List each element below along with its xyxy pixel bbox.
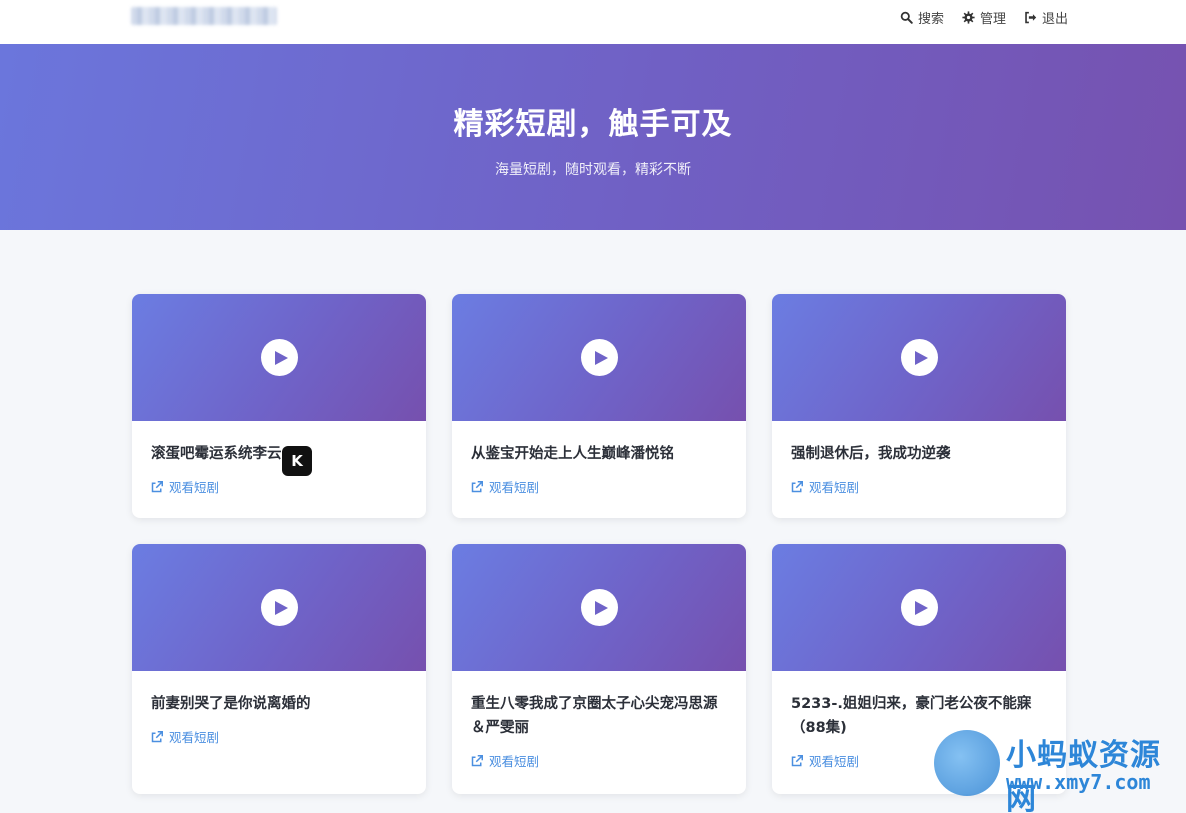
drama-card[interactable]: 重生八零我成了京圈太子心尖宠冯思源＆严雯丽 观看短剧 bbox=[452, 544, 746, 794]
nav-manage-label: 管理 bbox=[979, 12, 1006, 27]
external-link-icon bbox=[791, 480, 803, 492]
gear-icon bbox=[962, 11, 975, 24]
play-icon[interactable] bbox=[260, 339, 298, 376]
drama-thumbnail[interactable] bbox=[452, 544, 746, 671]
drama-title: 前妻别哭了是你说离婚的 bbox=[151, 696, 311, 712]
play-icon[interactable] bbox=[580, 339, 618, 376]
nav-search[interactable]: 搜索 bbox=[900, 8, 944, 27]
play-icon[interactable] bbox=[900, 339, 938, 376]
external-link-icon bbox=[791, 754, 803, 766]
watermark-logo-icon bbox=[934, 730, 1000, 796]
logout-icon bbox=[1025, 11, 1037, 24]
watch-link-label: 观看短剧 bbox=[489, 480, 540, 495]
drama-card[interactable]: 滚蛋吧霉运系统李云 观看短剧 bbox=[132, 294, 426, 518]
drama-title: 强制退休后，我成功逆袭 bbox=[791, 446, 951, 462]
drama-title: 从鉴宝开始走上人生巅峰潘悦铭 bbox=[471, 446, 674, 462]
watch-link-label: 观看短剧 bbox=[489, 754, 540, 769]
nav-logout[interactable]: 退出 bbox=[1024, 8, 1068, 27]
watch-link-label: 观看短剧 bbox=[169, 730, 220, 745]
watermark: 小蚂蚁资源网 www.xmy7.com bbox=[930, 728, 1186, 813]
watch-link-label: 观看短剧 bbox=[809, 754, 860, 769]
play-icon[interactable] bbox=[900, 589, 938, 626]
drama-thumbnail[interactable] bbox=[452, 294, 746, 421]
hero-subtitle: 海量短剧，随时观看，精彩不断 bbox=[495, 162, 691, 178]
drama-thumbnail[interactable] bbox=[772, 544, 1066, 671]
watch-link[interactable]: 观看短剧 bbox=[151, 727, 407, 746]
overlay-app-badge[interactable]: K bbox=[282, 446, 312, 476]
drama-card[interactable]: 强制退休后，我成功逆袭 观看短剧 bbox=[772, 294, 1066, 518]
watch-link[interactable]: 观看短剧 bbox=[151, 477, 407, 496]
watch-link-label: 观看短剧 bbox=[809, 480, 860, 495]
top-navbar: 搜索 管理 退出 bbox=[0, 0, 1186, 44]
watch-link[interactable]: 观看短剧 bbox=[791, 477, 1047, 496]
drama-thumbnail[interactable] bbox=[132, 544, 426, 671]
watch-link[interactable]: 观看短剧 bbox=[471, 751, 727, 770]
hero-banner: 精彩短剧，触手可及 海量短剧，随时观看，精彩不断 bbox=[0, 44, 1186, 230]
drama-grid: 滚蛋吧霉运系统李云 观看短剧 从鉴宝开始走上人生巅峰潘悦铭 观看短剧 强制退休后… bbox=[132, 294, 1067, 794]
external-link-icon bbox=[471, 754, 483, 766]
watch-link[interactable]: 观看短剧 bbox=[471, 477, 727, 496]
external-link-icon bbox=[151, 730, 163, 742]
nav-logout-label: 退出 bbox=[1041, 12, 1068, 27]
drama-title: 重生八零我成了京圈太子心尖宠冯思源＆严雯丽 bbox=[471, 696, 718, 736]
drama-thumbnail[interactable] bbox=[132, 294, 426, 421]
search-icon bbox=[900, 11, 913, 24]
site-logo[interactable] bbox=[131, 7, 277, 25]
top-nav: 搜索 管理 退出 bbox=[900, 8, 1068, 27]
drama-card[interactable]: 前妻别哭了是你说离婚的 观看短剧 bbox=[132, 544, 426, 794]
external-link-icon bbox=[471, 480, 483, 492]
nav-manage[interactable]: 管理 bbox=[962, 8, 1006, 27]
play-icon[interactable] bbox=[580, 589, 618, 626]
watch-link-label: 观看短剧 bbox=[169, 480, 220, 495]
nav-search-label: 搜索 bbox=[917, 12, 944, 27]
drama-card[interactable]: 从鉴宝开始走上人生巅峰潘悦铭 观看短剧 bbox=[452, 294, 746, 518]
external-link-icon bbox=[151, 480, 163, 492]
drama-title: 滚蛋吧霉运系统李云 bbox=[151, 446, 282, 462]
drama-thumbnail[interactable] bbox=[772, 294, 1066, 421]
hero-title: 精彩短剧，触手可及 bbox=[453, 107, 733, 142]
watermark-url: www.xmy7.com bbox=[1006, 770, 1151, 794]
play-icon[interactable] bbox=[260, 589, 298, 626]
